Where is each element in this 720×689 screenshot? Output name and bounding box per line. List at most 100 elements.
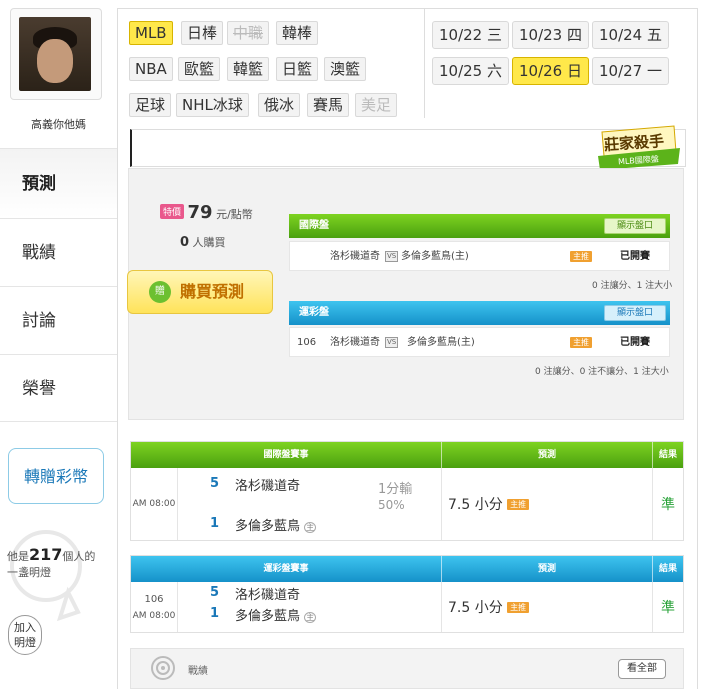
record-label: 戰績 (188, 666, 208, 677)
table-header: 運彩盤賽事 預測 結果 (131, 556, 683, 582)
lottery-panel-title: 運彩盤 (299, 307, 329, 318)
show-odds-button[interactable]: 顯示盤口 (603, 218, 666, 234)
handicap-line: 1分輸 (378, 482, 413, 497)
main-pick-tag: 主推 (507, 498, 530, 510)
game-number: 106 (144, 593, 164, 605)
lottery-game-row: 106 洛杉磯道奇 VS 多倫多藍鳥(主) 主推 已開賽 (289, 327, 670, 357)
intl-bet-note: 0 注讓分、1 注大小 (592, 281, 673, 291)
price-unit: 元/點幣 (216, 208, 253, 221)
away-score: 5 (210, 585, 220, 600)
join-line1: 加入 (14, 621, 36, 634)
game-status: 已開賽 (620, 337, 650, 348)
game-info-cell: 106 AM 08:00 (131, 582, 178, 632)
game-time: AM 08:00 (132, 610, 176, 621)
coin-icon: 贈 (149, 281, 171, 303)
prediction-value: 7.5 小分 (448, 600, 503, 616)
follower-line2: 一盞明燈 (7, 566, 51, 579)
date-tab-1022[interactable]: 10/22 三 (432, 21, 509, 49)
vs-icon: VS (385, 337, 399, 348)
intl-game-row: 洛杉磯道奇 VS 多倫多藍鳥(主) 主推 已開賽 (289, 241, 670, 271)
home-team-cell: 多倫多藍鳥 主 (235, 605, 317, 624)
avatar-frame[interactable] (10, 8, 102, 100)
home-team: 多倫多藍鳥 (235, 609, 301, 624)
nav-item-discussion[interactable]: 討論 (0, 286, 117, 354)
lottery-results-table: 運彩盤賽事 預測 結果 106 AM 08:00 5 洛杉磯道奇 1 多倫多藍鳥… (130, 555, 684, 633)
column-header-game: 運彩盤賽事 (131, 556, 442, 582)
lottery-bet-note: 0 注讓分、0 注不讓分、1 注大小 (535, 367, 669, 377)
column-header-result: 結果 (658, 564, 677, 574)
avatar[interactable] (19, 17, 91, 91)
date-tab-1023[interactable]: 10/23 四 (512, 21, 589, 49)
column-header-game: 國際盤賽事 (131, 442, 442, 468)
league-tab-russia-hockey[interactable]: 俄冰 (258, 93, 301, 117)
league-tab-korea-basketball[interactable]: 韓籃 (227, 57, 270, 81)
badge-title: 莊家殺手 (603, 131, 665, 155)
buy-prediction-button[interactable]: 贈 購買預測 (127, 270, 273, 314)
game-time: AM 08:00 (131, 468, 178, 540)
home-mark: 主 (304, 612, 317, 623)
game-number: 106 (297, 337, 317, 348)
league-tab-kbo[interactable]: 韓棒 (276, 21, 319, 45)
nav-item-honors[interactable]: 榮譽 (0, 354, 117, 422)
sale-tag: 特價 (160, 204, 185, 219)
price-line: 特價 79 元/點幣 (160, 202, 253, 223)
league-tab-japan-basketball[interactable]: 日籃 (276, 57, 319, 81)
divider (424, 8, 425, 118)
nav-item-record[interactable]: 戰績 (0, 218, 117, 286)
table-row: 106 AM 08:00 5 洛杉磯道奇 1 多倫多藍鳥 主 7.5 小分 主推… (131, 582, 683, 632)
price-value: 79 (187, 202, 213, 223)
intl-panel-title: 國際盤 (299, 220, 329, 231)
home-team: 多倫多藍鳥(主) (401, 251, 469, 262)
away-team: 洛杉磯道奇 (235, 588, 301, 603)
column-header-prediction: 預測 (442, 442, 653, 468)
game-cell: 5 洛杉磯道奇 1 多倫多藍鳥 主 (178, 582, 442, 632)
league-tab-nba[interactable]: NBA (129, 57, 173, 81)
view-all-button[interactable]: 看全部 (618, 659, 666, 679)
date-tab-1024[interactable]: 10/24 五 (592, 21, 669, 49)
column-header-prediction: 預測 (442, 556, 653, 582)
date-tab-1025[interactable]: 10/25 六 (432, 57, 509, 85)
league-tab-aus-basketball[interactable]: 澳籃 (324, 57, 367, 81)
table-row: AM 08:00 5 洛杉磯道奇 1 多倫多藍鳥 主 1分輸 50% 7.5 小… (131, 468, 683, 540)
league-tab-cpbl: 中職 (227, 21, 270, 45)
date-tab-1026[interactable]: 10/26 日 (512, 57, 589, 85)
main-pick-tag: 主推 (570, 337, 592, 348)
result-value: 準 (661, 497, 675, 513)
follower-count: 217 (29, 545, 63, 564)
league-tab-npb[interactable]: 日棒 (181, 21, 224, 45)
home-score: 1 (210, 516, 220, 531)
join-line2: 明燈 (14, 636, 36, 649)
buyer-count: 0 人購買 (180, 234, 226, 250)
username[interactable]: 高義你他媽 (0, 116, 117, 132)
league-tab-soccer[interactable]: 足球 (129, 93, 172, 117)
league-tab-horse-racing[interactable]: 賽馬 (307, 93, 350, 117)
follower-count-text: 他是217個人的 一盞明燈 (7, 547, 97, 581)
prediction-cell: 7.5 小分 主推 (442, 468, 653, 540)
home-mark: 主 (304, 522, 317, 533)
result-value: 準 (661, 600, 675, 616)
show-odds-button[interactable]: 顯示盤口 (603, 305, 666, 321)
home-team: 多倫多藍鳥 (235, 519, 301, 534)
home-score: 1 (210, 606, 220, 621)
game-status: 已開賽 (620, 251, 650, 262)
nav-item-predictions[interactable]: 預測 (0, 148, 117, 218)
home-team: 多倫多藍鳥(主) (407, 337, 475, 348)
away-score: 5 (210, 476, 220, 491)
league-tab-nhl[interactable]: NHL冰球 (176, 93, 249, 117)
prediction-value: 7.5 小分 (448, 497, 503, 513)
gift-coins-button[interactable]: 轉贈彩幣 (8, 448, 104, 504)
handicap-percent: 50% (378, 498, 405, 512)
main-pick-tag: 主推 (570, 251, 592, 262)
column-header-result: 結果 (658, 450, 677, 460)
intl-panel-header: 國際盤 顯示盤口 (289, 214, 670, 238)
league-tab-mlb[interactable]: MLB (129, 21, 173, 45)
join-button[interactable]: 加入 明燈 (8, 615, 42, 655)
table-header: 國際盤賽事 預測 結果 (131, 442, 683, 468)
away-team: 洛杉磯道奇 (330, 251, 380, 262)
date-tab-1027[interactable]: 10/27 一 (592, 57, 669, 85)
record-footer-bar (130, 648, 684, 689)
prediction-cell: 7.5 小分 主推 (442, 582, 653, 632)
intl-results-table: 國際盤賽事 預測 結果 AM 08:00 5 洛杉磯道奇 1 多倫多藍鳥 主 1… (130, 441, 684, 541)
home-team-cell: 多倫多藍鳥 主 (235, 515, 317, 534)
league-tab-euro-basketball[interactable]: 歐籃 (178, 57, 221, 81)
